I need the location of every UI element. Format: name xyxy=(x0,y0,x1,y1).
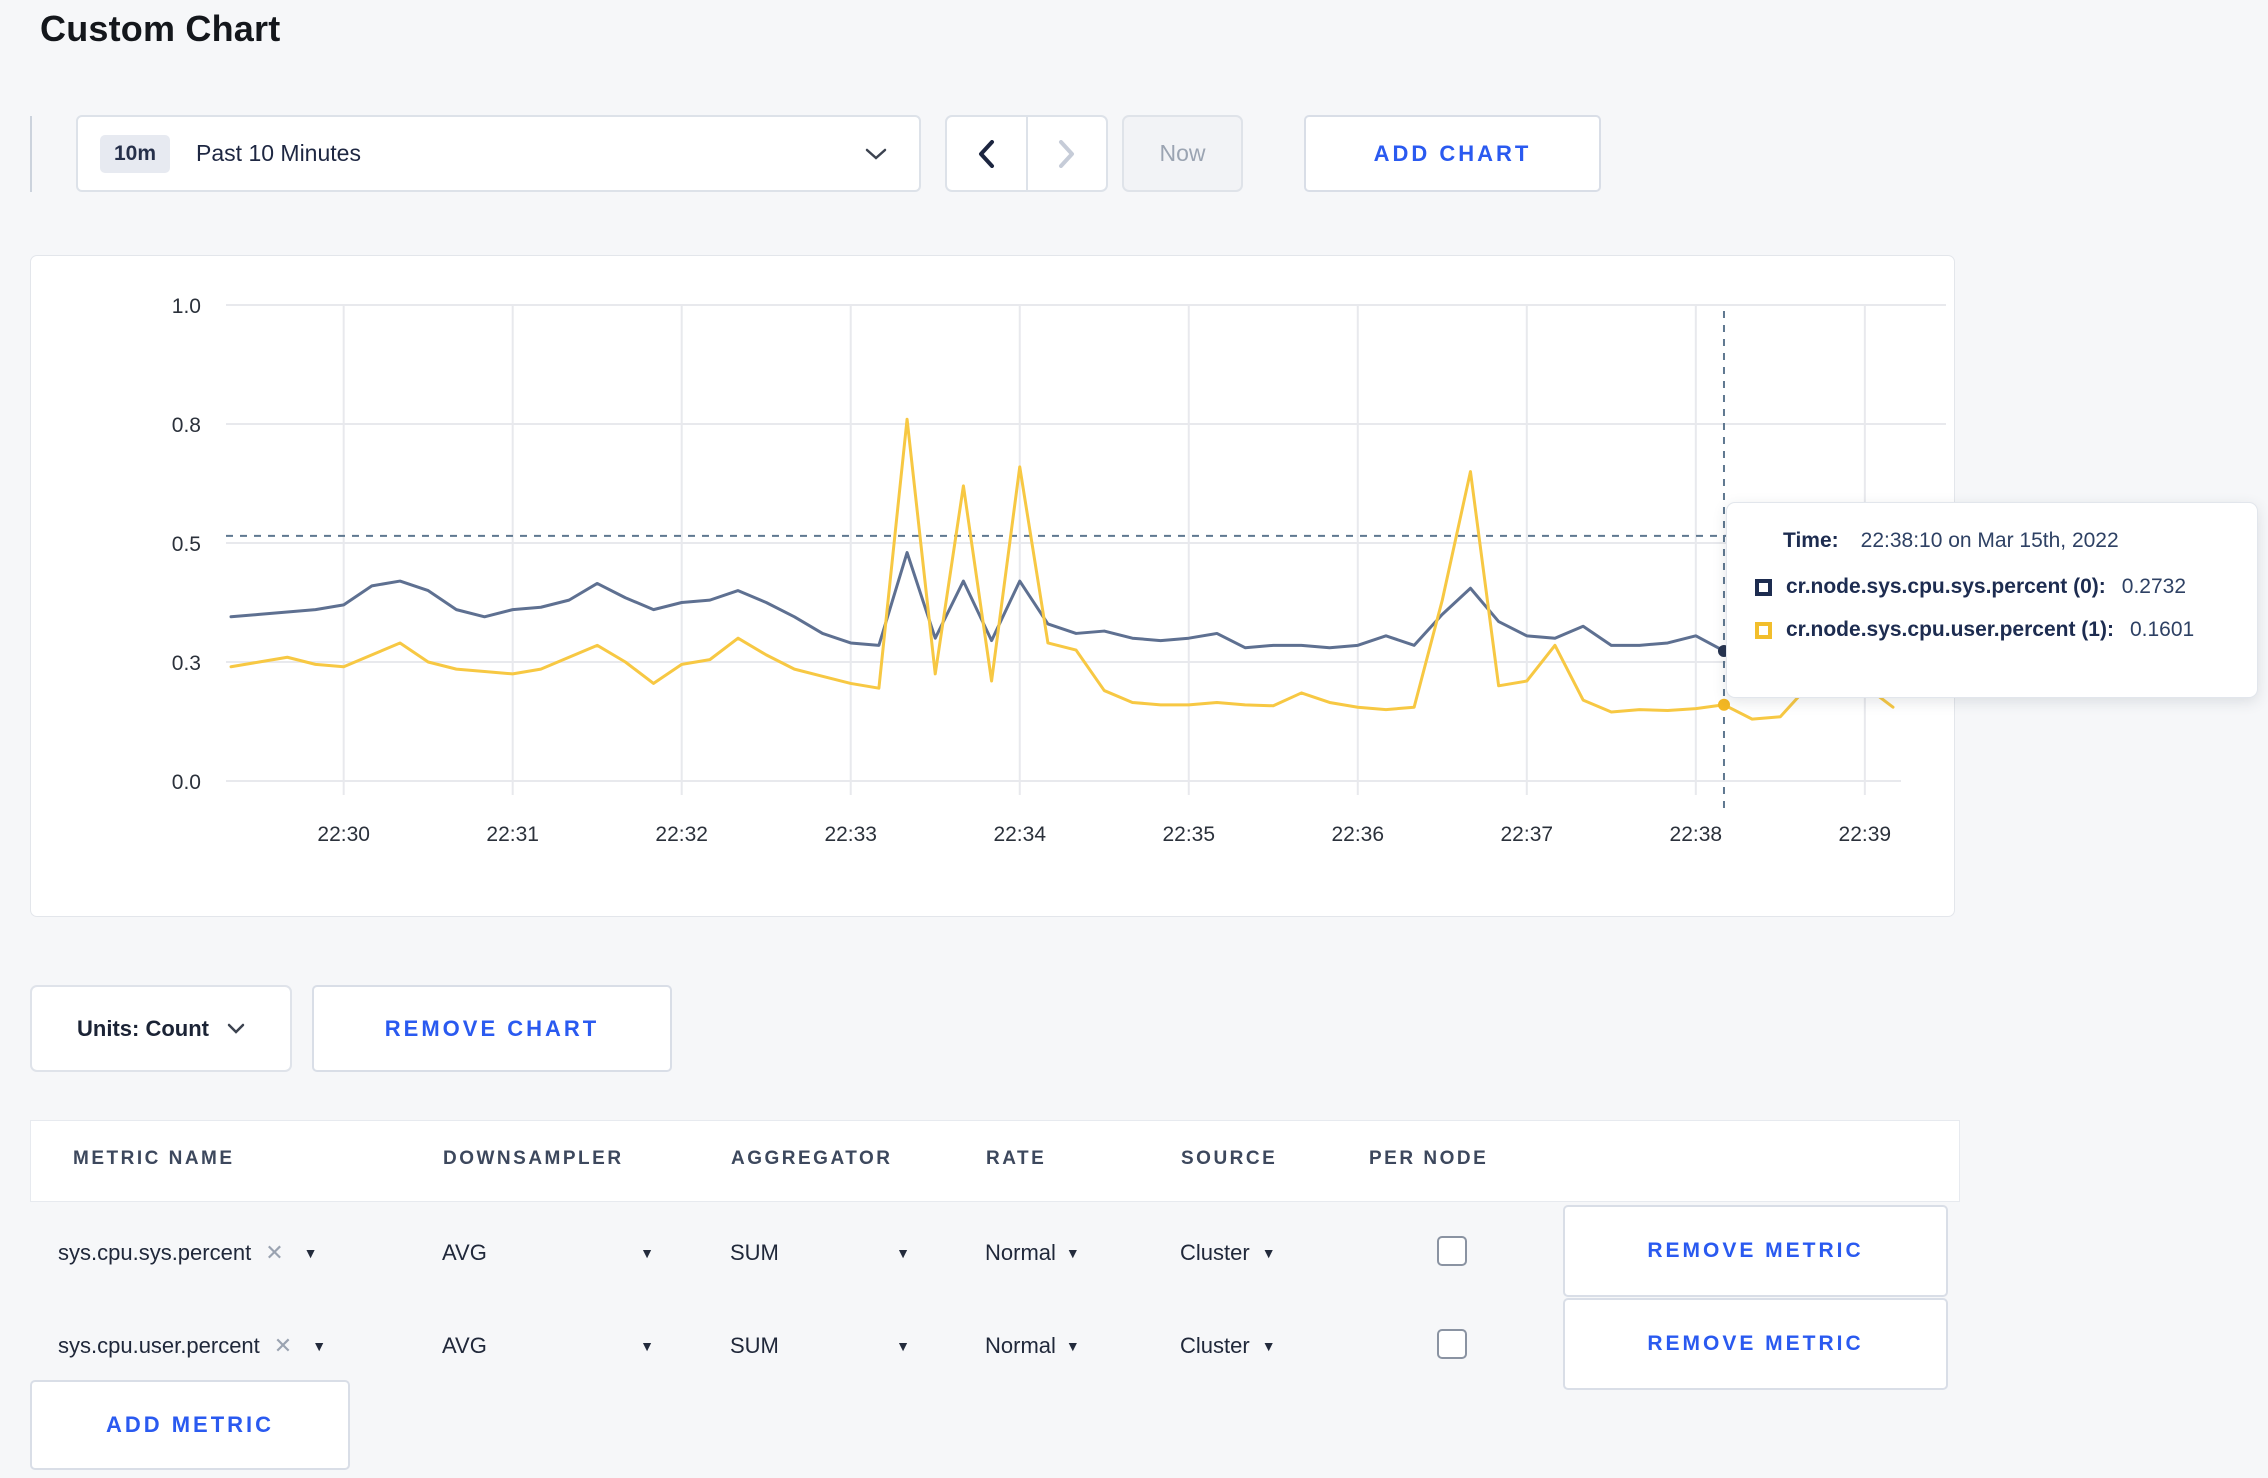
svg-text:0.8: 0.8 xyxy=(172,414,201,437)
svg-text:22:31: 22:31 xyxy=(486,823,539,846)
tooltip-series-name: cr.node.sys.cpu.user.percent (1): xyxy=(1786,618,2114,641)
source-select[interactable]: Cluster ▼ xyxy=(1180,1298,1276,1393)
caret-down-icon: ▼ xyxy=(1261,1337,1276,1354)
tooltip-series-row: cr.node.sys.cpu.sys.percent (0): 0.2732 xyxy=(1755,575,2257,599)
svg-text:0.0: 0.0 xyxy=(172,771,201,794)
aggregator-select[interactable]: SUM ▼ xyxy=(730,1298,910,1393)
svg-text:0.5: 0.5 xyxy=(172,533,201,556)
svg-text:22:38: 22:38 xyxy=(1670,823,1723,846)
svg-text:22:35: 22:35 xyxy=(1162,823,1215,846)
tooltip-series-value: 0.1601 xyxy=(2129,618,2195,641)
time-pager xyxy=(945,115,1108,192)
remove-chart-button[interactable]: REMOVE CHART xyxy=(312,985,672,1072)
caret-down-icon: ▼ xyxy=(303,1244,318,1261)
time-window-badge: 10m xyxy=(100,134,171,173)
downsampler-value: AVG xyxy=(442,1239,487,1265)
units-label: Units: Count xyxy=(77,1015,209,1041)
series-swatch-user-icon xyxy=(1755,621,1772,639)
time-window-select[interactable]: 10m Past 10 Minutes xyxy=(76,115,921,192)
svg-text:22:30: 22:30 xyxy=(317,823,370,846)
chart-tooltip: Time: 22:38:10 on Mar 15th, 2022 cr.node… xyxy=(1726,502,2258,698)
tooltip-series-name: cr.node.sys.cpu.sys.percent (0): xyxy=(1786,575,2106,598)
units-select[interactable]: Units: Count xyxy=(30,985,292,1072)
svg-text:22:32: 22:32 xyxy=(655,823,708,846)
caret-down-icon: ▼ xyxy=(640,1244,654,1261)
downsampler-select[interactable]: AVG ▼ xyxy=(442,1205,654,1300)
remove-metric-button[interactable]: REMOVE METRIC xyxy=(1563,1205,1948,1297)
source-value: Cluster xyxy=(1180,1332,1250,1358)
svg-text:22:36: 22:36 xyxy=(1331,823,1384,846)
metric-name-label: sys.cpu.sys.percent xyxy=(58,1239,252,1265)
custom-chart-page: Custom Chart 10m Past 10 Minutes Now ADD… xyxy=(0,0,2268,1478)
svg-text:22:39: 22:39 xyxy=(1839,823,1892,846)
remove-metric-button[interactable]: REMOVE METRIC xyxy=(1563,1298,1948,1390)
aggregator-select[interactable]: SUM ▼ xyxy=(730,1205,910,1300)
rate-value: Normal xyxy=(985,1239,1056,1265)
rate-select[interactable]: Normal ▼ xyxy=(985,1298,1080,1393)
caret-down-icon: ▼ xyxy=(312,1337,327,1354)
svg-text:0.3: 0.3 xyxy=(172,652,201,675)
tooltip-time-value: 22:38:10 on Mar 15th, 2022 xyxy=(1860,529,2119,552)
chevron-left-icon xyxy=(979,139,995,168)
downsampler-select[interactable]: AVG ▼ xyxy=(442,1298,654,1393)
add-metric-button[interactable]: ADD METRIC xyxy=(30,1380,350,1470)
source-value: Cluster xyxy=(1180,1239,1250,1265)
prev-time-button[interactable] xyxy=(947,117,1028,190)
metric-name-label: sys.cpu.user.percent xyxy=(58,1332,260,1358)
col-aggregator: AGGREGATOR xyxy=(731,1148,893,1169)
page-title: Custom Chart xyxy=(40,8,281,49)
per-node-checkbox[interactable] xyxy=(1437,1329,1467,1359)
rate-value: Normal xyxy=(985,1332,1056,1358)
table-row: sys.cpu.sys.percent ✕ ▼ AVG ▼ SUM ▼ Norm… xyxy=(30,1205,1960,1300)
aggregator-value: SUM xyxy=(730,1332,779,1358)
col-rate: RATE xyxy=(986,1148,1047,1169)
time-window-label: Past 10 Minutes xyxy=(196,140,361,166)
caret-down-icon: ▼ xyxy=(896,1244,910,1261)
col-metric-name: METRIC NAME xyxy=(73,1148,235,1169)
metric-name-select[interactable]: sys.cpu.sys.percent ✕ ▼ xyxy=(58,1205,317,1300)
add-chart-button[interactable]: ADD CHART xyxy=(1304,115,1601,192)
col-source: SOURCE xyxy=(1181,1148,1278,1169)
aggregator-value: SUM xyxy=(730,1239,779,1265)
chevron-down-icon xyxy=(865,148,887,160)
series-swatch-sys-icon xyxy=(1755,578,1772,596)
now-button[interactable]: Now xyxy=(1122,115,1243,192)
rate-select[interactable]: Normal ▼ xyxy=(985,1205,1080,1300)
toolbar-divider xyxy=(30,116,32,192)
svg-text:22:37: 22:37 xyxy=(1501,823,1554,846)
source-select[interactable]: Cluster ▼ xyxy=(1180,1205,1276,1300)
col-per-node: PER NODE xyxy=(1369,1148,1489,1169)
svg-text:22:34: 22:34 xyxy=(993,823,1046,846)
downsampler-value: AVG xyxy=(442,1332,487,1358)
table-row: sys.cpu.user.percent ✕ ▼ AVG ▼ SUM ▼ Nor… xyxy=(30,1298,1960,1393)
tooltip-series-value: 0.2732 xyxy=(2121,575,2187,598)
caret-down-icon: ▼ xyxy=(640,1337,654,1354)
col-downsampler: DOWNSAMPLER xyxy=(443,1148,624,1169)
per-node-checkbox[interactable] xyxy=(1437,1236,1467,1266)
caret-down-icon: ▼ xyxy=(1065,1337,1080,1354)
chevron-down-icon xyxy=(227,1023,245,1034)
tooltip-time-label: Time: xyxy=(1783,529,1839,552)
metrics-table-header: METRIC NAME DOWNSAMPLER AGGREGATOR RATE … xyxy=(30,1120,1960,1202)
clear-metric-icon[interactable]: ✕ xyxy=(274,1333,292,1359)
clear-metric-icon[interactable]: ✕ xyxy=(265,1240,283,1266)
metric-name-select[interactable]: sys.cpu.user.percent ✕ ▼ xyxy=(58,1298,326,1393)
caret-down-icon: ▼ xyxy=(1261,1244,1276,1261)
caret-down-icon: ▼ xyxy=(1065,1244,1080,1261)
caret-down-icon: ▼ xyxy=(896,1337,910,1354)
svg-text:22:33: 22:33 xyxy=(824,823,877,846)
tooltip-series-row: cr.node.sys.cpu.user.percent (1): 0.1601 xyxy=(1755,618,2257,642)
next-time-button[interactable] xyxy=(1028,117,1107,190)
svg-text:1.0: 1.0 xyxy=(172,295,201,318)
chart-card: 0.0 0.3 0.5 0.8 1.0 22:30 22:31 22:32 22:33 22:34… xyxy=(30,255,1955,917)
cpu-percent-line-chart[interactable]: 0.0 0.3 0.5 0.8 1.0 22:30 22:31 22:32 22:33 22:34… xyxy=(31,256,1954,916)
chevron-right-icon xyxy=(1058,139,1074,168)
